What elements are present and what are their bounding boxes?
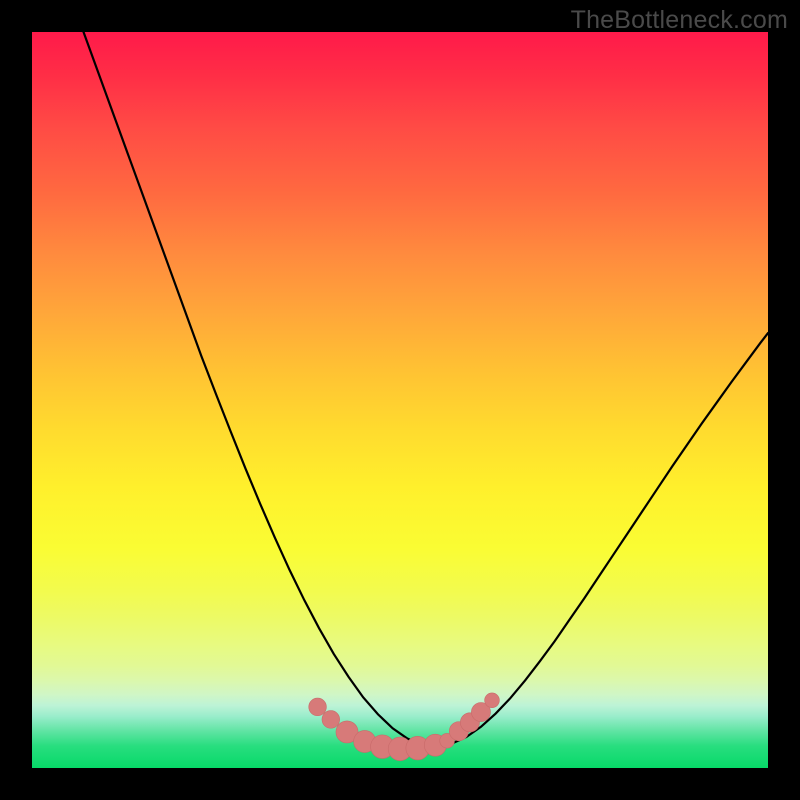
bottleneck-chart-svg (32, 32, 768, 768)
watermark-text: TheBottleneck.com (571, 6, 788, 35)
data-point-marker (309, 698, 327, 716)
data-point-marker (322, 711, 340, 729)
bottleneck-curve (84, 32, 768, 747)
data-point-marker (485, 693, 500, 708)
chart-frame: TheBottleneck.com (0, 0, 800, 800)
plot-area (32, 32, 768, 768)
marker-group (309, 693, 500, 761)
